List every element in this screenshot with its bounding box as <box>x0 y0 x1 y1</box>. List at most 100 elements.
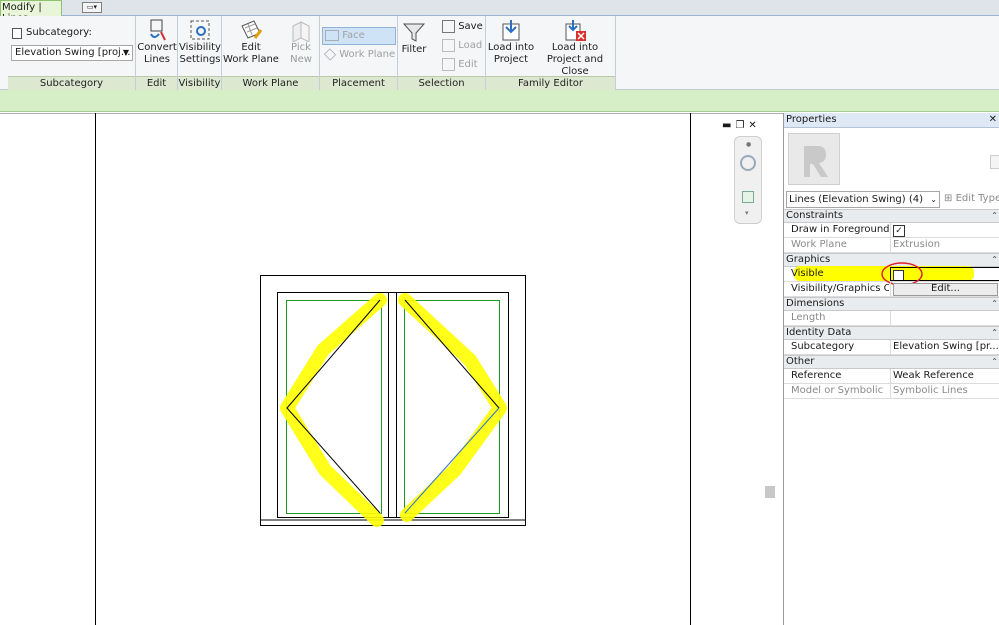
save-icon <box>442 19 455 33</box>
convert-lines-icon <box>145 18 169 42</box>
draw-in-foreground-checkbox[interactable]: ✓ <box>893 225 905 237</box>
model-or-symbolic-value: Symbolic Lines <box>890 384 999 398</box>
row-length: Length <box>784 311 999 326</box>
edit-selection-button[interactable]: Edit <box>442 55 478 74</box>
restore-icon[interactable]: ❐ <box>735 120 748 131</box>
row-subcategory: Subcategory Elevation Swing [pr... <box>784 340 999 355</box>
work-plane-prop-label: Work Plane <box>791 239 847 250</box>
convert-lines-button[interactable]: Convert Lines <box>136 18 178 66</box>
scrollbar-thumb[interactable] <box>765 486 775 498</box>
row-reference: Reference Weak Reference <box>784 369 999 384</box>
reference-label: Reference <box>791 370 842 381</box>
panel-title-placement: Placement <box>320 76 397 90</box>
subcategory-dropdown[interactable]: Elevation Swing [proj... ▼ <box>11 45 133 61</box>
collapse-icon: ⌃ <box>991 328 998 337</box>
view-window-controls: ▬❐✕ <box>722 120 761 131</box>
group-dimensions[interactable]: Dimensions ⌃ <box>784 297 999 311</box>
subcategory-value: Elevation Swing [proj... <box>15 47 131 58</box>
load-into-project-close-button[interactable]: Load into Project and Close <box>536 18 614 78</box>
subcategory-icon <box>12 28 22 39</box>
filter-button[interactable]: Filter <box>398 20 430 56</box>
draw-in-foreground-value: ✓ <box>890 223 999 237</box>
pick-new-label-2: New <box>290 54 312 65</box>
view-crop-right <box>690 113 691 625</box>
work-plane-prop-value: Extrusion <box>890 238 999 252</box>
model-or-symbolic-label: Model or Symbolic <box>791 385 884 396</box>
visibility-settings-icon <box>188 18 212 42</box>
left-swing-highlight <box>280 293 387 527</box>
vg-overrides-label: Visibility/Graphics O... <box>791 283 889 294</box>
chevron-down-icon[interactable]: ▾ <box>745 209 749 217</box>
subcategory-label: Subcategory: <box>26 27 92 38</box>
right-swing-highlight <box>398 293 507 522</box>
type-selector-value: Lines (Elevation Swing) (4) <box>789 194 923 205</box>
panel-placement: Face Work Plane Placement <box>320 16 398 90</box>
collapse-icon: ⌃ <box>991 299 998 308</box>
save-selection-button[interactable]: Save <box>442 17 483 36</box>
filter-label: Filter <box>401 44 427 55</box>
face-button[interactable]: Face <box>322 27 396 45</box>
panel-visibility: Visibility Settings Visibility <box>178 16 222 90</box>
pick-new-button[interactable]: Pick New <box>284 18 318 66</box>
type-preview-icon <box>788 133 840 185</box>
load-into-project-close-label-1: Load into <box>551 42 599 53</box>
close-icon[interactable]: ✕ <box>989 114 997 125</box>
work-plane-label: Work Plane <box>339 49 396 60</box>
view-border-top <box>0 113 783 114</box>
preview-scroll <box>990 155 999 169</box>
view-crop-left <box>95 113 96 625</box>
tab-modify-lines[interactable]: Modify | Lines <box>0 0 62 24</box>
pick-new-icon <box>289 18 313 43</box>
group-identity-data-label: Identity Data <box>786 327 852 338</box>
row-vg-overrides: Visibility/Graphics O... Edit... <box>784 282 999 297</box>
load-into-project-close-label-2: Project and Close <box>546 54 604 77</box>
vg-edit-button[interactable]: Edit... <box>893 283 998 296</box>
edit-type-button[interactable]: ⊞ Edit Type <box>944 191 999 208</box>
panel-family-editor: Load into Project Load into Project and … <box>486 16 616 90</box>
panel-subcategory: Subcategory: Elevation Swing [proj... ▼ … <box>8 16 136 90</box>
edit-label: Edit <box>458 59 478 70</box>
properties-title: Properties <box>784 113 999 128</box>
load-label: Load <box>458 40 483 51</box>
load-into-project-button[interactable]: Load into Project <box>486 18 536 66</box>
visibility-settings-button[interactable]: Visibility Settings <box>178 18 222 66</box>
edit-work-plane-label-2: Work Plane <box>223 54 279 65</box>
type-selector[interactable]: Lines (Elevation Swing) (4) ⌄ <box>786 191 940 208</box>
window-elevation-drawing <box>260 275 526 527</box>
edit-work-plane-button[interactable]: Edit Work Plane <box>222 18 280 66</box>
panel-selection: Filter Save Load Edit Selection <box>398 16 486 90</box>
visible-label: Visible <box>791 268 824 279</box>
panel-title-selection: Selection <box>398 76 485 90</box>
panel-title-edit: Edit <box>136 76 177 90</box>
edit-type-icon: ⊞ <box>944 193 953 204</box>
panel-title-family-editor: Family Editor <box>486 76 615 90</box>
load-into-project-label-2: Project <box>493 54 529 65</box>
work-plane-placement-button[interactable]: Work Plane <box>323 45 398 64</box>
close-icon[interactable]: ✕ <box>748 120 760 131</box>
load-icon <box>442 38 455 52</box>
minimize-icon[interactable]: ▬ <box>722 120 735 131</box>
filter-icon <box>402 20 426 44</box>
subcategory-prop-value[interactable]: Elevation Swing [pr... <box>890 340 999 354</box>
group-constraints-label: Constraints <box>786 210 844 221</box>
window-outer-frame <box>260 275 526 526</box>
steering-wheel-icon[interactable] <box>740 155 756 171</box>
panel-title-visibility: Visibility <box>178 76 221 90</box>
panel-title-work-plane: Work Plane <box>222 76 319 90</box>
panel-edit: Convert Lines Edit <box>136 16 178 90</box>
tab-options-button[interactable]: ▭▾ <box>82 2 102 13</box>
group-other[interactable]: Other ⌃ <box>784 355 999 369</box>
chevron-down-icon: ⌄ <box>930 195 937 204</box>
face-label: Face <box>342 30 365 41</box>
reference-value[interactable]: Weak Reference <box>890 369 999 383</box>
convert-lines-label-1: Convert <box>137 42 177 53</box>
row-model-or-symbolic: Model or Symbolic Symbolic Lines <box>784 384 999 399</box>
length-value <box>890 311 999 325</box>
group-identity-data[interactable]: Identity Data ⌃ <box>784 326 999 340</box>
group-constraints[interactable]: Constraints ⌃ <box>784 209 999 223</box>
load-selection-button[interactable]: Load <box>442 36 482 55</box>
subcategory-prop-label: Subcategory <box>791 341 855 352</box>
properties-palette: Properties ✕ Lines (Elevation Swing) (4)… <box>783 113 999 625</box>
zoom-icon[interactable] <box>742 191 754 203</box>
row-work-plane: Work Plane Extrusion <box>784 238 999 253</box>
